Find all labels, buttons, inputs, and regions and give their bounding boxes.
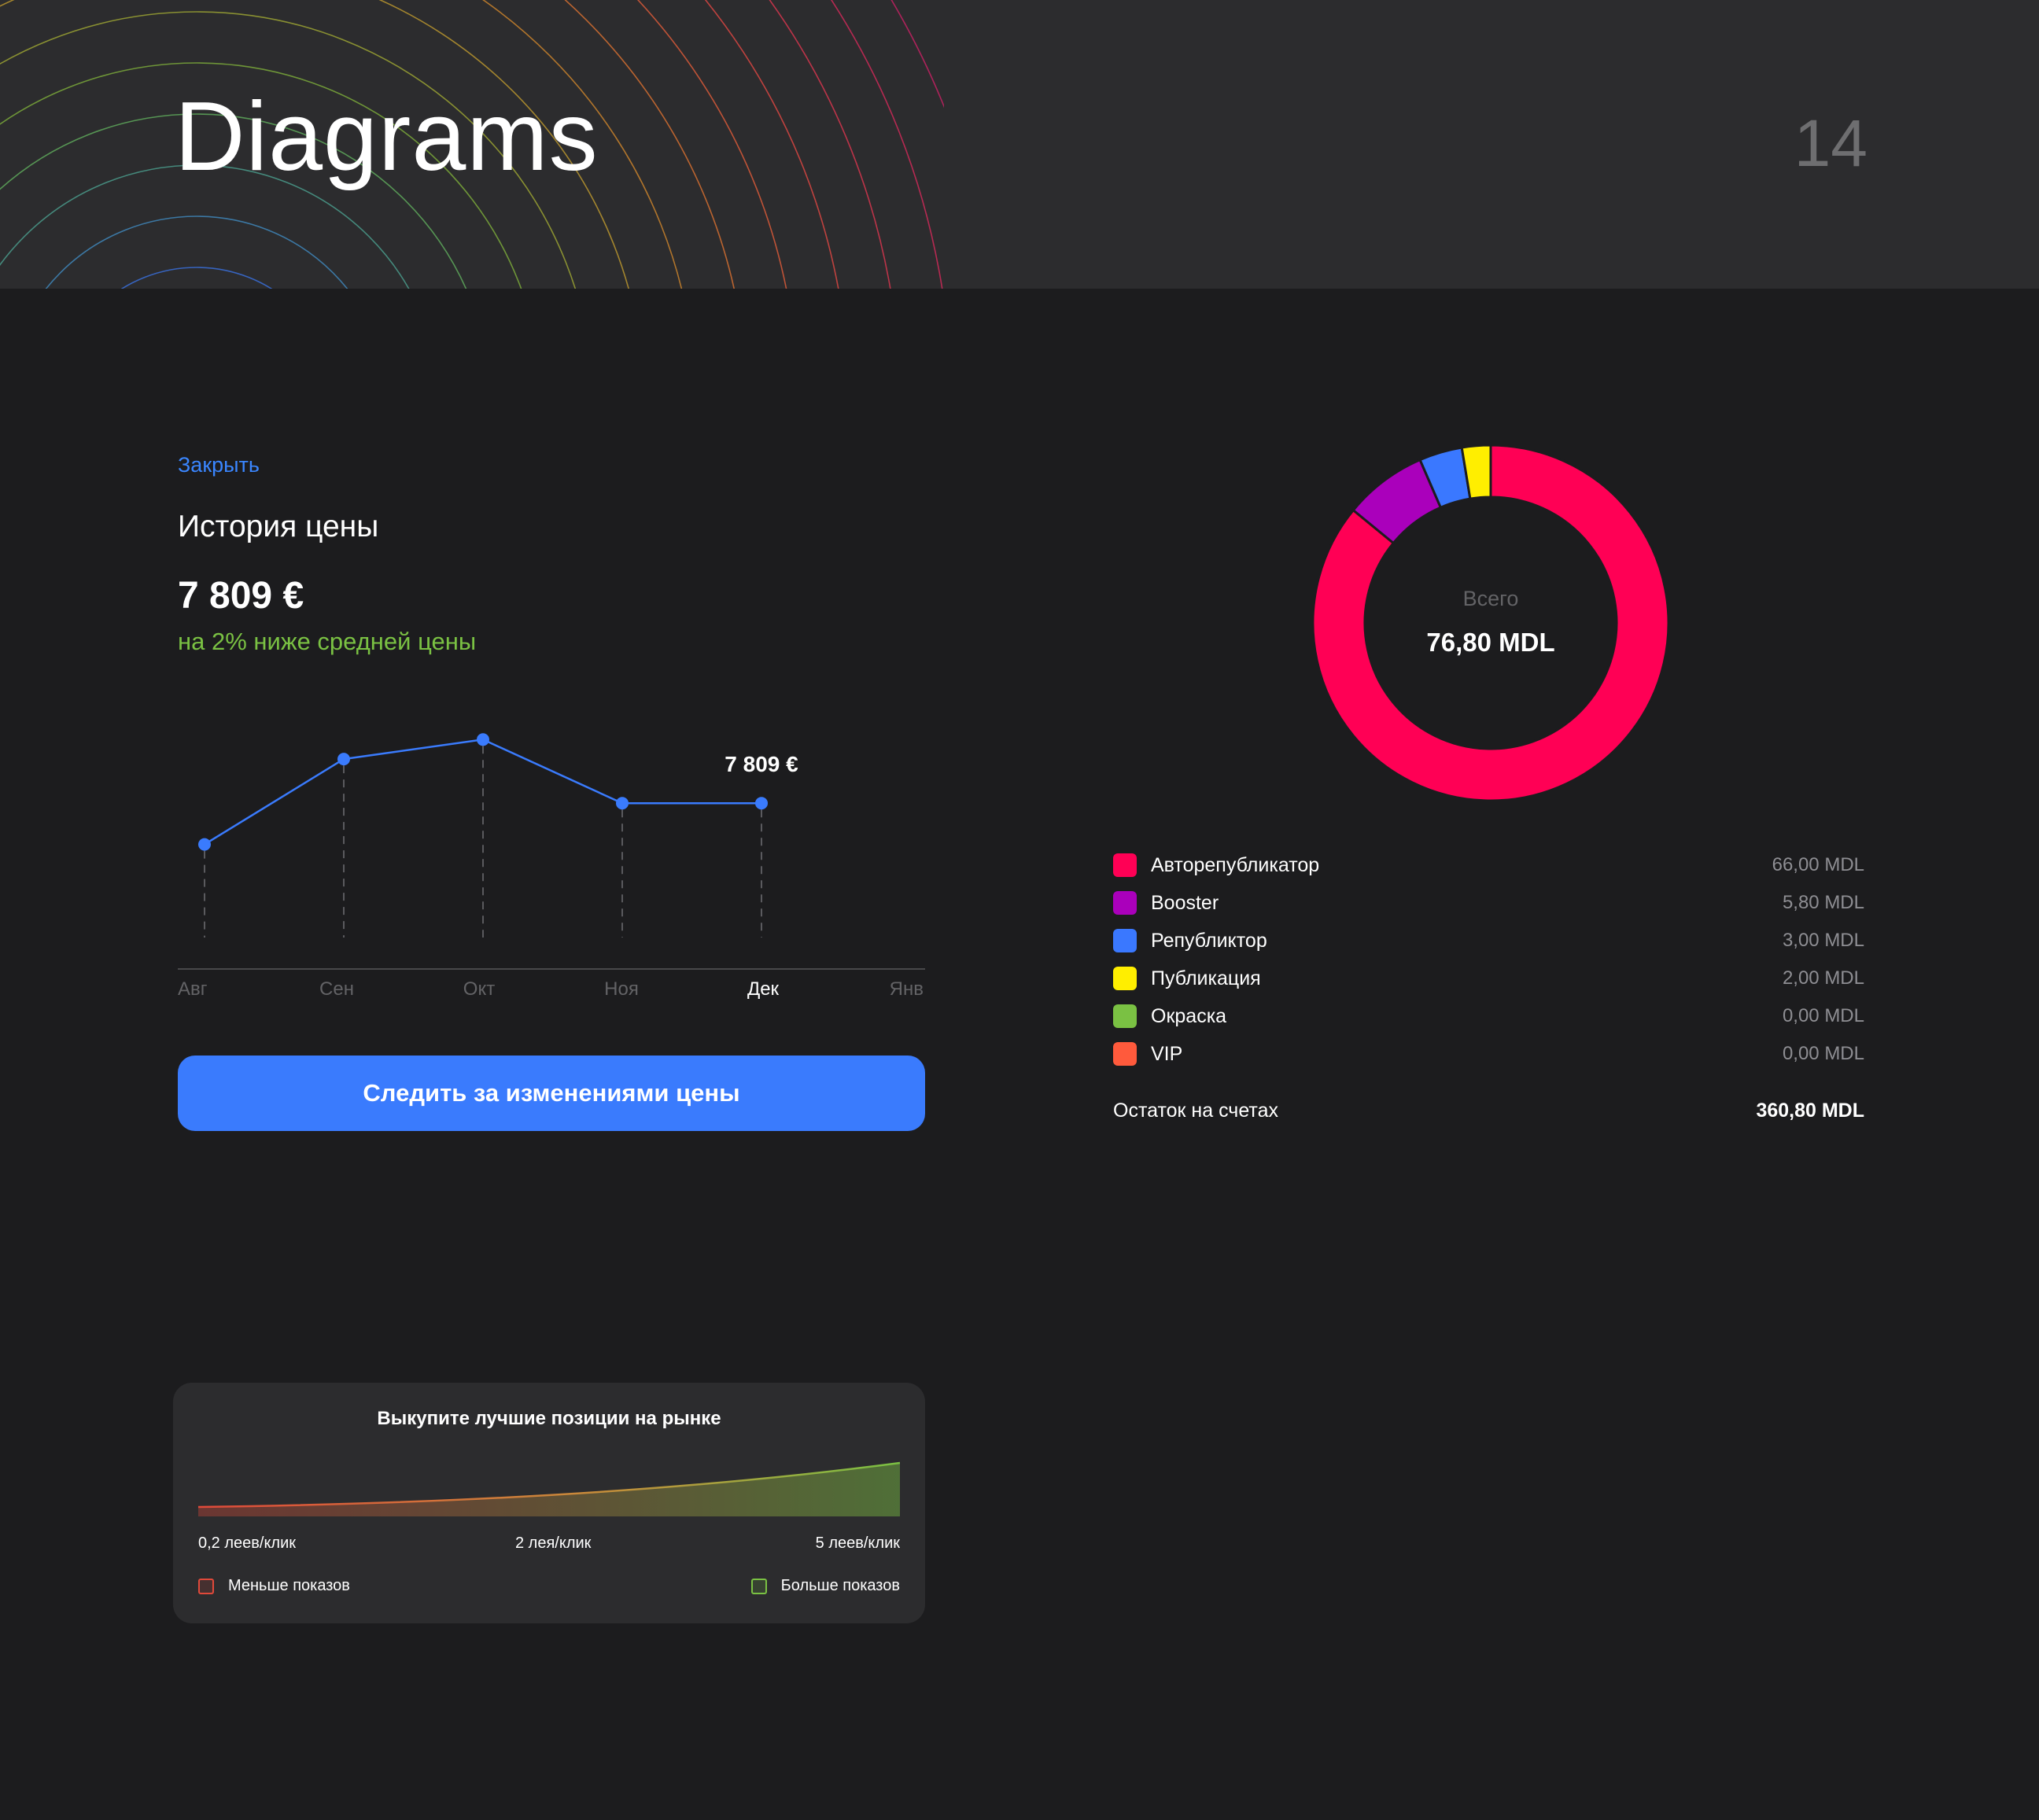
legend-row: Републиктор 3,00 MDL (1113, 922, 1864, 960)
legend-row: Публикация 2,00 MDL (1113, 960, 1864, 997)
ring-arc (120, 267, 273, 289)
legend-value: 66,00 MDL (1772, 854, 1864, 875)
legend-row: Авторепубликатор 66,00 MDL (1113, 846, 1864, 884)
x-tick-label: Янв (890, 978, 924, 1000)
header-banner: Diagrams 14 (0, 0, 2039, 289)
page-number: 14 (1794, 106, 1868, 180)
price-comparison-note: на 2% ниже средней цены (178, 628, 477, 655)
legend-swatch (198, 1578, 214, 1594)
track-price-button[interactable]: Следить за изменениями цены (178, 1056, 925, 1131)
legend-swatch (750, 1578, 767, 1594)
market-position-card: Выкупите лучшие позиции на рынке 0,2 лее… (173, 1383, 925, 1623)
x-tick-label: Авг (178, 978, 208, 1000)
ring-arc (45, 216, 348, 289)
donut-center-label: Всего (1463, 587, 1519, 610)
close-link[interactable]: Закрыть (178, 453, 260, 477)
legend-swatch (1113, 1042, 1137, 1066)
x-tick-label: Дек (747, 978, 780, 1000)
x-tick-label: 5 леев/клик (815, 1534, 900, 1552)
legend-value: 3,00 MDL (1782, 930, 1864, 951)
legend-label: Меньше показов (228, 1577, 350, 1594)
donut-center-value: 76,80 MDL (1426, 628, 1554, 657)
legend-swatch (1113, 891, 1137, 915)
market-card-title: Выкупите лучшие позиции на рынке (377, 1408, 721, 1429)
current-price: 7 809 € (178, 575, 304, 617)
legend-value: 0,00 MDL (1782, 1043, 1864, 1064)
data-point (616, 797, 629, 810)
budget-donut-chart: Всего 76,80 MDL (1311, 444, 1670, 802)
legend-item-more-impressions: Больше показов (750, 1577, 900, 1595)
bid-area-fill (198, 1463, 900, 1516)
legend-row: Booster 5,80 MDL (1113, 884, 1864, 922)
data-point (477, 733, 489, 746)
data-label: 7 809 € (725, 752, 798, 776)
legend-row: Окраска 0,00 MDL (1113, 997, 1864, 1035)
x-tick-label: 0,2 леев/клик (198, 1534, 297, 1552)
legend-swatch (1113, 853, 1137, 877)
data-point (198, 838, 211, 851)
legend-swatch (1113, 1004, 1137, 1028)
data-point (755, 797, 768, 810)
price-history-heading: История цены (178, 510, 379, 543)
legend-label: Booster (1151, 891, 1219, 914)
legend-swatch (1113, 967, 1137, 990)
price-history-chart: 7 809 € Авг Сен Окт Ноя Дек Янв (178, 733, 925, 1000)
legend-swatch (1113, 929, 1137, 952)
data-point (337, 753, 350, 766)
legend-value: 2,00 MDL (1782, 967, 1864, 989)
legend-value: 5,80 MDL (1782, 892, 1864, 913)
balance-label: Остаток на счетах (1113, 1100, 1278, 1122)
legend-label: VIP (1151, 1042, 1183, 1065)
legend-value: 0,00 MDL (1782, 1005, 1864, 1026)
legend-label: Больше показов (780, 1577, 900, 1594)
x-tick-label: Сен (319, 978, 354, 1000)
donut-legend: Авторепубликатор 66,00 MDL Booster 5,80 MDL… (1113, 846, 1864, 1073)
legend-label: Републиктор (1151, 929, 1267, 952)
legend-label: Публикация (1151, 967, 1261, 989)
legend-label: Авторепубликатор (1151, 853, 1320, 876)
legend-label: Окраска (1151, 1004, 1227, 1027)
x-tick-label: Ноя (604, 978, 639, 1000)
x-tick-label: 2 лея/клик (515, 1534, 592, 1552)
page-title: Diagrams (175, 83, 599, 191)
legend-row: VIP 0,00 MDL (1113, 1035, 1864, 1073)
bid-area-chart (198, 1461, 900, 1516)
balance-value: 360,80 MDL (1756, 1100, 1864, 1122)
legend-item-fewer-impressions: Меньше показов (198, 1577, 350, 1595)
account-balance-row: Остаток на счетах 360,80 MDL (1113, 1100, 1864, 1122)
x-tick-label: Окт (463, 978, 495, 1000)
